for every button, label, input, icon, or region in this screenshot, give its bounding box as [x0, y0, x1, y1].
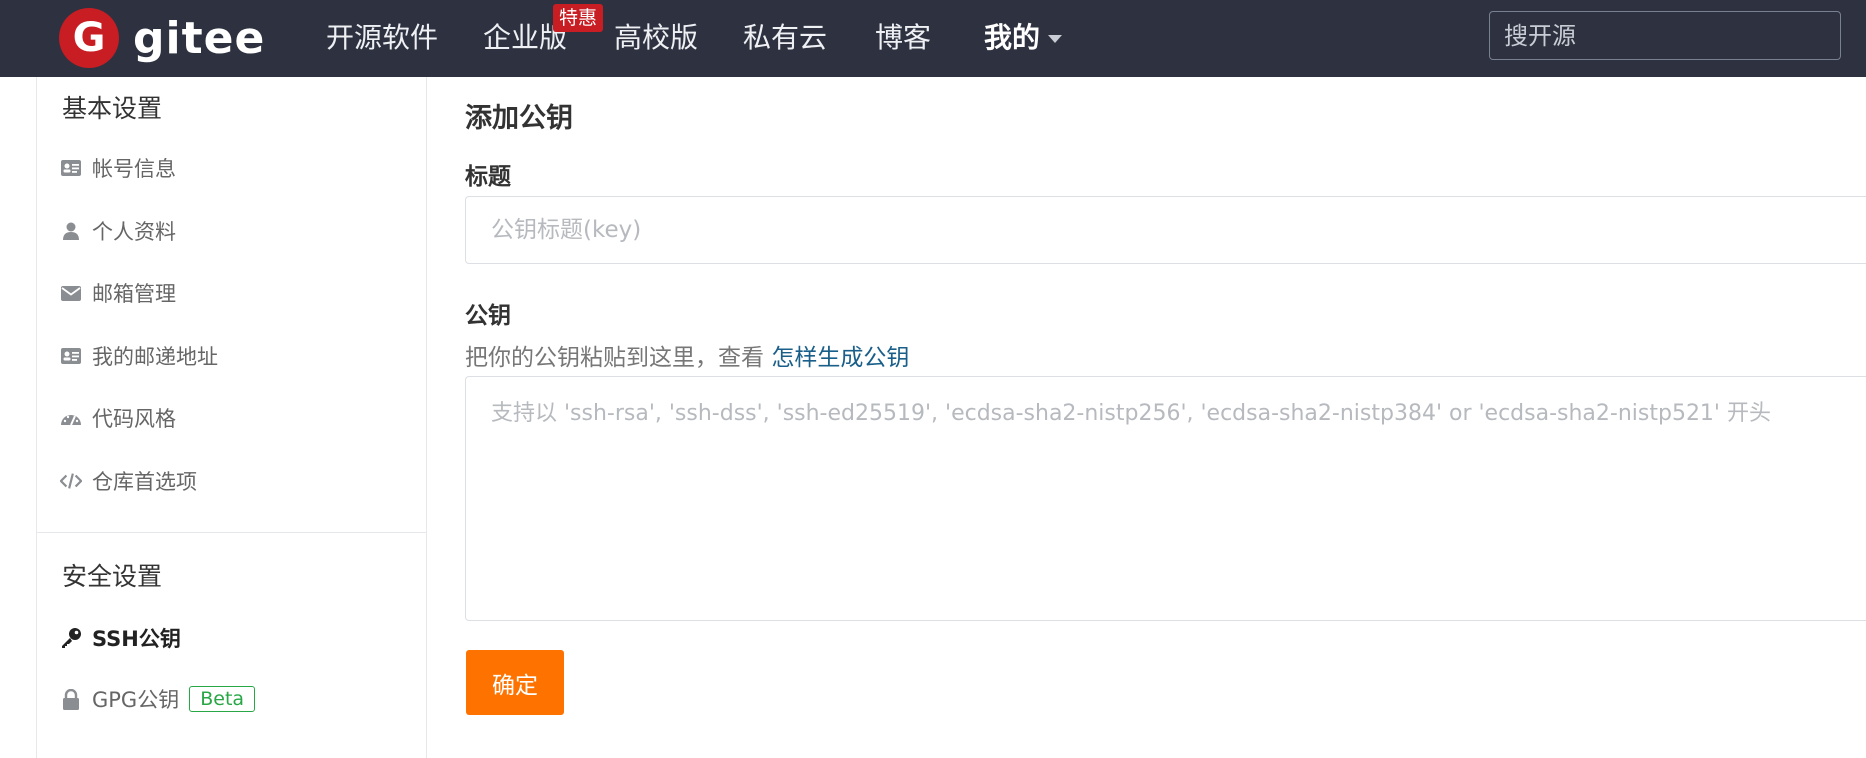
title-field-label: 标题	[465, 164, 511, 190]
dashboard-icon	[60, 407, 82, 429]
sidebar-item-label: SSH公钥	[92, 627, 181, 651]
beta-badge: Beta	[189, 686, 256, 712]
chevron-down-icon	[1048, 35, 1063, 43]
public-key-textarea[interactable]	[465, 376, 1866, 621]
nav-education[interactable]: 高校版	[614, 18, 698, 58]
sidebar-item-address[interactable]: 我的邮递地址	[60, 338, 218, 374]
sidebar-item-label: GPG公钥	[92, 688, 180, 712]
gitee-logo-text: gitee	[133, 12, 266, 64]
key-help-text: 把你的公钥粘贴到这里，查看 怎样生成公钥	[465, 338, 909, 372]
sidebar-item-gpg-keys[interactable]: GPG公钥 Beta	[60, 681, 256, 717]
sidebar-item-label: 帐号信息	[92, 157, 176, 181]
sidebar-item-account[interactable]: 帐号信息	[60, 150, 176, 186]
user-icon	[60, 220, 82, 242]
sidebar-item-label: 个人资料	[92, 220, 176, 244]
gitee-logo[interactable]: G gitee	[59, 8, 265, 68]
top-navbar: G gitee 开源软件 企业版 特惠 高校版 私有云 博客 我的	[0, 0, 1866, 77]
sidebar-item-code-style[interactable]: 代码风格	[60, 400, 176, 436]
sidebar-item-ssh-keys[interactable]: SSH公钥	[60, 620, 181, 656]
sidebar-item-label: 邮箱管理	[92, 282, 176, 306]
key-title-input[interactable]	[465, 196, 1866, 264]
sidebar-divider	[37, 532, 427, 533]
sidebar-item-email[interactable]: 邮箱管理	[60, 275, 176, 311]
nav-mine-dropdown[interactable]: 我的	[984, 18, 1063, 58]
sidebar-item-label: 代码风格	[92, 407, 176, 431]
envelope-icon	[60, 282, 82, 304]
how-to-generate-key-link[interactable]: 怎样生成公钥	[771, 345, 909, 371]
code-icon	[60, 470, 82, 492]
key-icon	[60, 627, 82, 649]
nav-private-cloud[interactable]: 私有云	[743, 18, 827, 58]
id-card-icon	[60, 157, 82, 179]
sidebar-item-label: 仓库首选项	[92, 470, 197, 494]
lock-icon	[60, 688, 82, 710]
promo-badge: 特惠	[553, 4, 604, 32]
sidebar-item-profile[interactable]: 个人资料	[60, 213, 176, 249]
nav-mine-label: 我的	[984, 21, 1041, 54]
page-title: 添加公钥	[465, 103, 573, 134]
search-input[interactable]	[1489, 11, 1841, 60]
sidebar-item-repo-prefs[interactable]: 仓库首选项	[60, 463, 197, 499]
nav-blog[interactable]: 博客	[875, 18, 931, 58]
address-card-icon	[60, 345, 82, 367]
sidebar-item-label: 我的邮递地址	[92, 345, 218, 369]
gitee-logo-mark: G	[59, 8, 119, 68]
key-field-label: 公钥	[465, 303, 511, 329]
key-help-prefix: 把你的公钥粘贴到这里，查看	[465, 345, 772, 371]
settings-sidebar: 基本设置 帐号信息 个人资料 邮箱管理 我的邮递地址 代码风格 仓库首选项 安全…	[36, 77, 427, 758]
nav-open-source[interactable]: 开源软件	[326, 18, 438, 58]
submit-button[interactable]: 确定	[466, 650, 564, 715]
sidebar-heading-security: 安全设置	[62, 562, 163, 591]
sidebar-heading-basic: 基本设置	[62, 94, 163, 123]
